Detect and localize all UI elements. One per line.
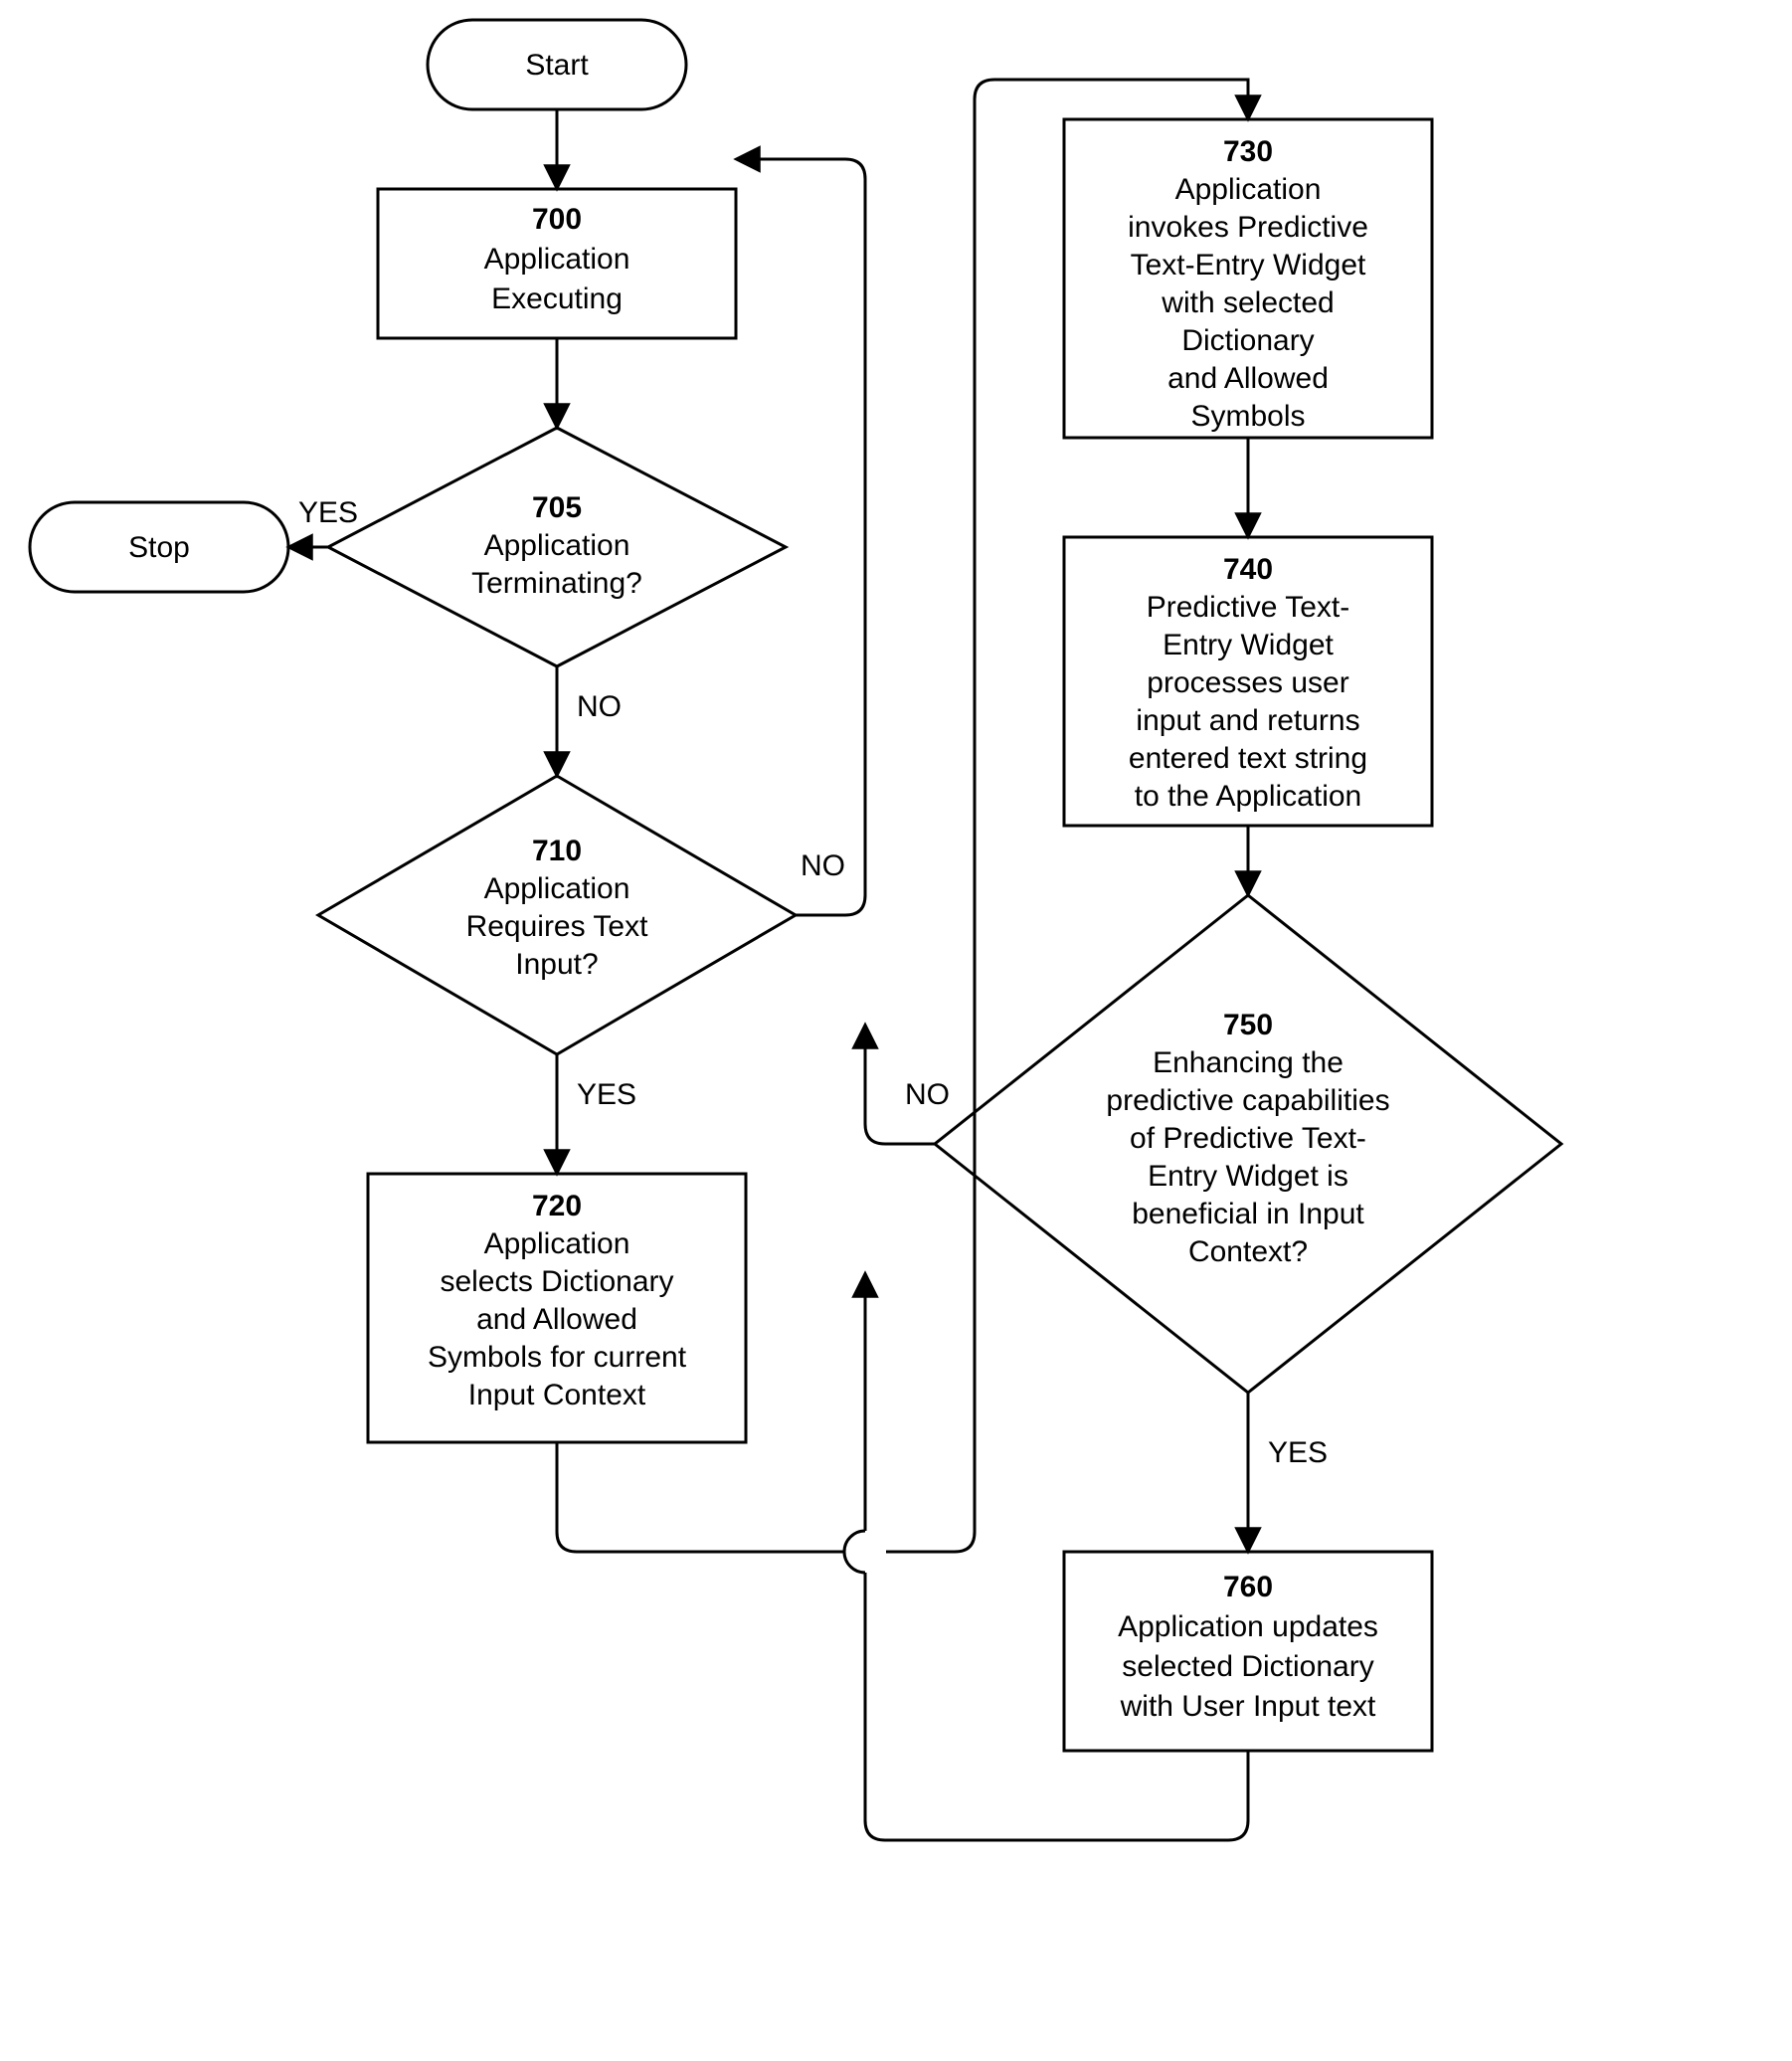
svg-text:and Allowed: and Allowed bbox=[1167, 362, 1329, 395]
start-label: Start bbox=[525, 49, 589, 82]
node-710: 710 Application Requires Text Input? bbox=[318, 776, 796, 1054]
label-750-yes: YES bbox=[1268, 1436, 1328, 1469]
svg-text:Entry Widget is: Entry Widget is bbox=[1148, 1160, 1348, 1193]
svg-text:Enhancing the: Enhancing the bbox=[1153, 1046, 1344, 1079]
hop-arc-2 bbox=[844, 1531, 886, 1552]
svg-text:with selected: with selected bbox=[1161, 286, 1334, 319]
node-730: 730 Application invokes Predictive Text-… bbox=[1064, 119, 1432, 438]
svg-text:and Allowed: and Allowed bbox=[476, 1303, 637, 1336]
node-stop: Stop bbox=[30, 502, 288, 592]
node-730-num: 730 bbox=[1223, 135, 1273, 168]
svg-text:Input Context: Input Context bbox=[468, 1379, 646, 1411]
stop-label: Stop bbox=[128, 531, 190, 564]
svg-text:Application updates: Application updates bbox=[1118, 1610, 1378, 1643]
svg-text:Symbols: Symbols bbox=[1190, 400, 1305, 433]
svg-text:Executing: Executing bbox=[491, 282, 623, 315]
svg-text:with User Input text: with User Input text bbox=[1120, 1690, 1376, 1723]
svg-text:beneficial in Input: beneficial in Input bbox=[1132, 1198, 1364, 1230]
svg-text:Application: Application bbox=[484, 529, 630, 562]
svg-text:of Predictive Text-: of Predictive Text- bbox=[1130, 1122, 1366, 1155]
svg-text:Application: Application bbox=[484, 872, 630, 905]
node-710-num: 710 bbox=[532, 835, 582, 867]
svg-text:predictive capabilities: predictive capabilities bbox=[1106, 1084, 1389, 1117]
node-750-num: 750 bbox=[1223, 1009, 1273, 1041]
svg-text:Dictionary: Dictionary bbox=[1181, 324, 1314, 357]
svg-text:processes user: processes user bbox=[1147, 666, 1348, 699]
node-700-num: 700 bbox=[532, 203, 582, 236]
node-760-num: 760 bbox=[1223, 1571, 1273, 1603]
node-740-num: 740 bbox=[1223, 553, 1273, 586]
svg-text:Entry Widget: Entry Widget bbox=[1163, 629, 1334, 661]
svg-text:Requires Text: Requires Text bbox=[466, 910, 649, 943]
svg-text:Predictive Text-: Predictive Text- bbox=[1147, 591, 1350, 624]
svg-text:Context?: Context? bbox=[1188, 1235, 1308, 1268]
svg-text:Application: Application bbox=[484, 243, 630, 276]
node-720-num: 720 bbox=[532, 1190, 582, 1222]
svg-text:Application: Application bbox=[1175, 173, 1322, 206]
svg-text:Text-Entry Widget: Text-Entry Widget bbox=[1131, 249, 1366, 281]
node-700: 700 Application Executing bbox=[378, 189, 736, 338]
node-760: 760 Application updates selected Diction… bbox=[1064, 1552, 1432, 1751]
label-750-no: NO bbox=[905, 1078, 950, 1111]
svg-text:Input?: Input? bbox=[515, 948, 598, 981]
node-start: Start bbox=[428, 20, 686, 109]
node-740: 740 Predictive Text- Entry Widget proces… bbox=[1064, 537, 1432, 826]
svg-text:entered text string: entered text string bbox=[1129, 742, 1367, 775]
node-705-num: 705 bbox=[532, 491, 582, 524]
node-750: 750 Enhancing the predictive capabilitie… bbox=[935, 895, 1561, 1393]
svg-text:Application: Application bbox=[484, 1227, 630, 1260]
label-705-yes: YES bbox=[298, 496, 358, 529]
svg-text:selects Dictionary: selects Dictionary bbox=[440, 1265, 673, 1298]
svg-text:to the Application: to the Application bbox=[1135, 780, 1362, 813]
label-705-no: NO bbox=[577, 690, 622, 723]
hop-arc-1 bbox=[844, 1531, 865, 1573]
node-720: 720 Application selects Dictionary and A… bbox=[368, 1174, 746, 1442]
svg-text:selected Dictionary: selected Dictionary bbox=[1122, 1650, 1373, 1683]
svg-text:Terminating?: Terminating? bbox=[471, 567, 642, 600]
flowchart: Start 700 Application Executing Stop 705… bbox=[0, 0, 1792, 2061]
svg-text:Symbols for current: Symbols for current bbox=[428, 1341, 687, 1374]
svg-text:input and returns: input and returns bbox=[1136, 704, 1359, 737]
node-705: 705 Application Terminating? bbox=[328, 428, 786, 666]
label-710-yes: YES bbox=[577, 1078, 636, 1111]
label-710-no: NO bbox=[801, 849, 845, 882]
svg-text:invokes Predictive: invokes Predictive bbox=[1128, 211, 1368, 244]
